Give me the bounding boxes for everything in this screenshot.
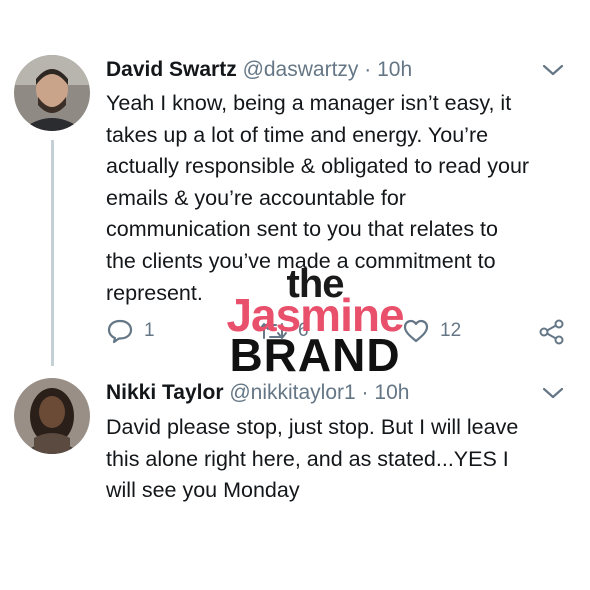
tweet-text-line: David please stop, just stop. But I will… <box>106 415 519 439</box>
tweet-timestamp[interactable]: 10h <box>374 381 409 404</box>
chevron-down-icon[interactable] <box>542 386 564 400</box>
retweet-button[interactable]: 6 <box>258 318 309 344</box>
avatar-david-swartz[interactable] <box>14 55 90 131</box>
reply-icon <box>107 319 133 344</box>
tweet-text-line: takes up a lot of time and energy. You’r… <box>106 122 489 147</box>
tweet-text: David please stop, just stop. But I will… <box>106 412 576 507</box>
tweet-text-line: this alone right here, and as stated...Y… <box>106 446 509 471</box>
tweet-actions: 1 6 12 <box>106 312 576 352</box>
author-handle[interactable]: @daswartzy <box>243 58 359 81</box>
reply-button[interactable]: 1 <box>106 318 155 344</box>
author-handle[interactable]: @nikkitaylor1 <box>229 381 355 404</box>
avatar-nikki-taylor[interactable] <box>14 378 90 454</box>
tweet-text-line: emails & you’re accountable for <box>106 185 406 210</box>
tweet-header: David Swartz @daswartzy · 10h <box>106 57 412 83</box>
separator-dot: · <box>361 381 369 404</box>
reply-count: 1 <box>144 320 155 341</box>
thread-connector-line <box>51 140 54 366</box>
avatar-photo-icon <box>14 378 90 454</box>
tweet-header: Nikki Taylor @nikkitaylor1 · 10h <box>106 380 409 406</box>
retweet-count: 6 <box>298 320 309 341</box>
like-button[interactable]: 12 <box>402 318 461 344</box>
tweet-text-line: represent. <box>106 280 203 305</box>
separator-dot: · <box>364 58 372 81</box>
heart-icon <box>403 319 429 343</box>
tweet-text-line: will see you Monday <box>106 478 300 503</box>
author-name[interactable]: David Swartz <box>106 58 237 81</box>
tweet-text-line: actually responsible & obligated to read… <box>106 154 530 179</box>
like-count: 12 <box>440 320 462 341</box>
tweet-timestamp[interactable]: 10h <box>377 58 412 81</box>
share-icon <box>539 319 564 345</box>
tweet-david-swartz[interactable]: David Swartz @daswartzy · 10h Yeah I kno… <box>0 0 590 370</box>
avatar-photo-icon <box>14 55 90 131</box>
retweet-icon <box>259 323 287 339</box>
tweet-text-line: Yeah I know, being a manager isn’t easy,… <box>106 91 512 115</box>
tweet-text-line: communication sent to you that relates t… <box>106 217 498 242</box>
tweet-text: Yeah I know, being a manager isn’t easy,… <box>106 88 576 309</box>
author-name[interactable]: Nikki Taylor <box>106 381 224 404</box>
chevron-down-icon[interactable] <box>542 63 564 77</box>
tweet-nikki-taylor[interactable]: Nikki Taylor @nikkitaylor1 · 10h David p… <box>0 370 590 590</box>
share-button[interactable] <box>538 318 566 346</box>
tweet-text-line: the clients you’ve made a commitment to <box>106 248 496 273</box>
